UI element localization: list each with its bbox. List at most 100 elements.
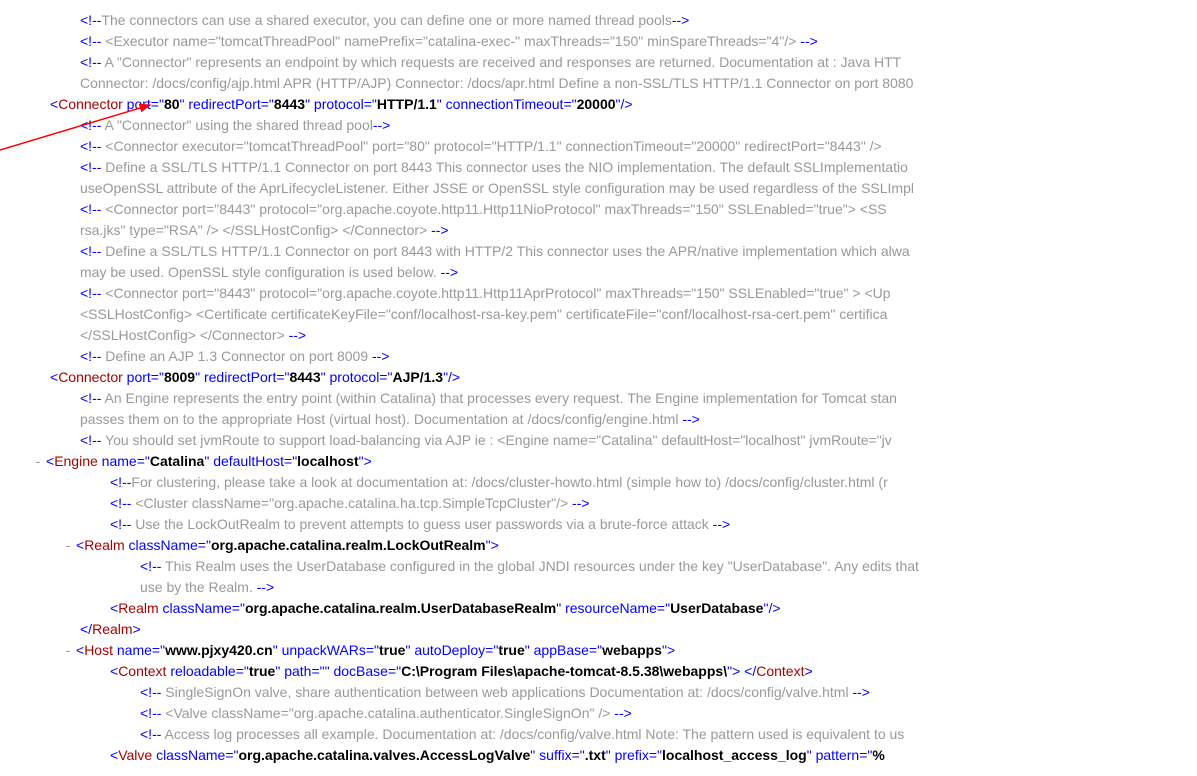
xml-bracket: <!-- — [140, 684, 161, 700]
xml-bracket: < — [76, 642, 84, 658]
xml-bracket: <!-- — [80, 348, 101, 364]
xml-value: 8443 — [274, 96, 305, 112]
token: =" — [366, 642, 379, 658]
code-line: passes them on to the appropriate Host (… — [20, 409, 1177, 430]
code-line: <!-- An Engine represents the entry poin… — [20, 388, 1177, 409]
code-line: <!--The connectors can use a shared exec… — [20, 10, 1177, 31]
xml-value: 8443 — [289, 369, 320, 385]
xml-bracket: <!-- — [80, 138, 101, 154]
comment-text: <Connector port="8443" protocol="org.apa… — [101, 285, 890, 301]
xml-value: localhost_access_log — [662, 747, 807, 763]
xml-bracket: < — [110, 663, 118, 679]
comment-text: may be used. OpenSSL style configuration… — [80, 264, 441, 280]
code-line: <!-- This Realm uses the UserDatabase co… — [20, 556, 1177, 577]
xml-bracket: <!-- — [80, 432, 101, 448]
comment-text: SingleSignOn valve, share authentication… — [161, 684, 852, 700]
code-line: <!-- Access log processes all example. D… — [20, 724, 1177, 745]
token: =" — [364, 96, 377, 112]
xml-attr: prefix — [615, 747, 649, 763]
xml-value: www.pjxy420.cn — [165, 642, 273, 658]
xml-bracket: <!-- — [110, 495, 131, 511]
xml-bracket: <!-- — [80, 285, 101, 301]
code-line: <!-- <Connector port="8443" protocol="or… — [20, 283, 1177, 304]
xml-bracket: --> — [614, 705, 632, 721]
token: " — [437, 96, 446, 112]
xml-attr: protocol — [314, 96, 364, 112]
token: " — [807, 747, 816, 763]
xml-value: .txt — [585, 747, 606, 763]
code-line: may be used. OpenSSL style configuration… — [20, 262, 1177, 283]
code-line: <!-- Use the LockOutRealm to prevent att… — [20, 514, 1177, 535]
xml-value: Catalina — [150, 453, 204, 469]
xml-attr: port — [127, 96, 151, 112]
xml-bracket: /> — [768, 600, 780, 616]
comment-text: A "Connector" represents an endpoint by … — [101, 54, 901, 70]
xml-value: true — [498, 642, 524, 658]
token: =" — [379, 369, 392, 385]
xml-bracket: --> — [431, 222, 449, 238]
fold-toggle[interactable]: - — [62, 535, 74, 556]
fold-toggle[interactable]: - — [32, 451, 44, 472]
comment-text: <Cluster className="org.apache.catalina.… — [131, 495, 572, 511]
xml-value: 80 — [164, 96, 180, 112]
xml-value: org.apache.catalina.realm.LockOutRealm — [211, 537, 486, 553]
comment-text: <Connector port="8443" protocol="org.apa… — [101, 201, 886, 217]
xml-attr: port — [127, 369, 151, 385]
xml-bracket: <!-- — [140, 558, 161, 574]
xml-bracket: < — [76, 537, 84, 553]
comment-text: use by the Realm. — [140, 579, 257, 595]
xml-bracket: < — [110, 747, 118, 763]
xml-bracket: <!-- — [80, 117, 101, 133]
xml-value: % — [872, 747, 884, 763]
code-line: use by the Realm. --> — [20, 577, 1177, 598]
code-line: <!-- Define a SSL/TLS HTTP/1.1 Connector… — [20, 241, 1177, 262]
xml-bracket: </ — [80, 621, 92, 637]
xml-bracket: > — [133, 621, 141, 637]
token: =" — [563, 96, 576, 112]
token: " — [195, 369, 204, 385]
comment-text: <SSLHostConfig> <Certificate certificate… — [80, 306, 887, 322]
xml-bracket: < — [46, 453, 54, 469]
xml-bracket: <!-- — [80, 12, 101, 28]
token: =" — [225, 747, 238, 763]
xml-bracket: --> — [572, 495, 590, 511]
comment-text: Use the LockOutRealm to prevent attempts… — [131, 516, 712, 532]
fold-toggle[interactable]: - — [62, 640, 74, 661]
xml-bracket: --> — [373, 117, 391, 133]
token: =" — [198, 537, 211, 553]
token: " — [273, 642, 282, 658]
token: =" — [276, 369, 289, 385]
token: =" — [151, 96, 164, 112]
xml-bracket: <!-- — [110, 474, 131, 490]
xml-value: webapps — [602, 642, 662, 658]
token: =" — [657, 600, 670, 616]
token: " — [606, 747, 615, 763]
code-line: <!--For clustering, please take a look a… — [20, 472, 1177, 493]
token: " — [321, 369, 330, 385]
xml-attr: path — [284, 663, 311, 679]
xml-attr: connectionTimeout — [446, 96, 564, 112]
comment-text: This Realm uses the UserDatabase configu… — [161, 558, 919, 574]
xml-attr: suffix — [539, 747, 571, 763]
xml-tag: Context — [756, 663, 804, 679]
xml-bracket: > — [667, 642, 675, 658]
xml-bracket: <!-- — [80, 159, 101, 175]
code-line: <!-- Define an AJP 1.3 Connector on port… — [20, 346, 1177, 367]
token: " — [275, 663, 284, 679]
xml-tag: Engine — [54, 453, 101, 469]
code-line: <Context reloadable="true" path="" docBa… — [20, 661, 1177, 682]
xml-tag: Realm — [84, 537, 128, 553]
xml-bracket: < — [50, 96, 58, 112]
comment-text: </SSLHostConfig> </Connector> — [80, 327, 289, 343]
code-line: <SSLHostConfig> <Certificate certificate… — [20, 304, 1177, 325]
code-line: <Connector port="8009" redirectPort="844… — [20, 367, 1177, 388]
code-line: <!-- <Cluster className="org.apache.cata… — [20, 493, 1177, 514]
comment-text: Connector: /docs/config/ajp.html APR (HT… — [80, 75, 913, 91]
code-line: <!-- You should set jvmRoute to support … — [20, 430, 1177, 451]
xml-bracket: --> — [852, 684, 870, 700]
xml-bracket: < — [110, 600, 118, 616]
xml-attr: appBase — [534, 642, 589, 658]
xml-bracket: <!-- — [80, 33, 101, 49]
comment-text: An Engine represents the entry point (wi… — [101, 390, 897, 406]
token: ="" — [311, 663, 333, 679]
